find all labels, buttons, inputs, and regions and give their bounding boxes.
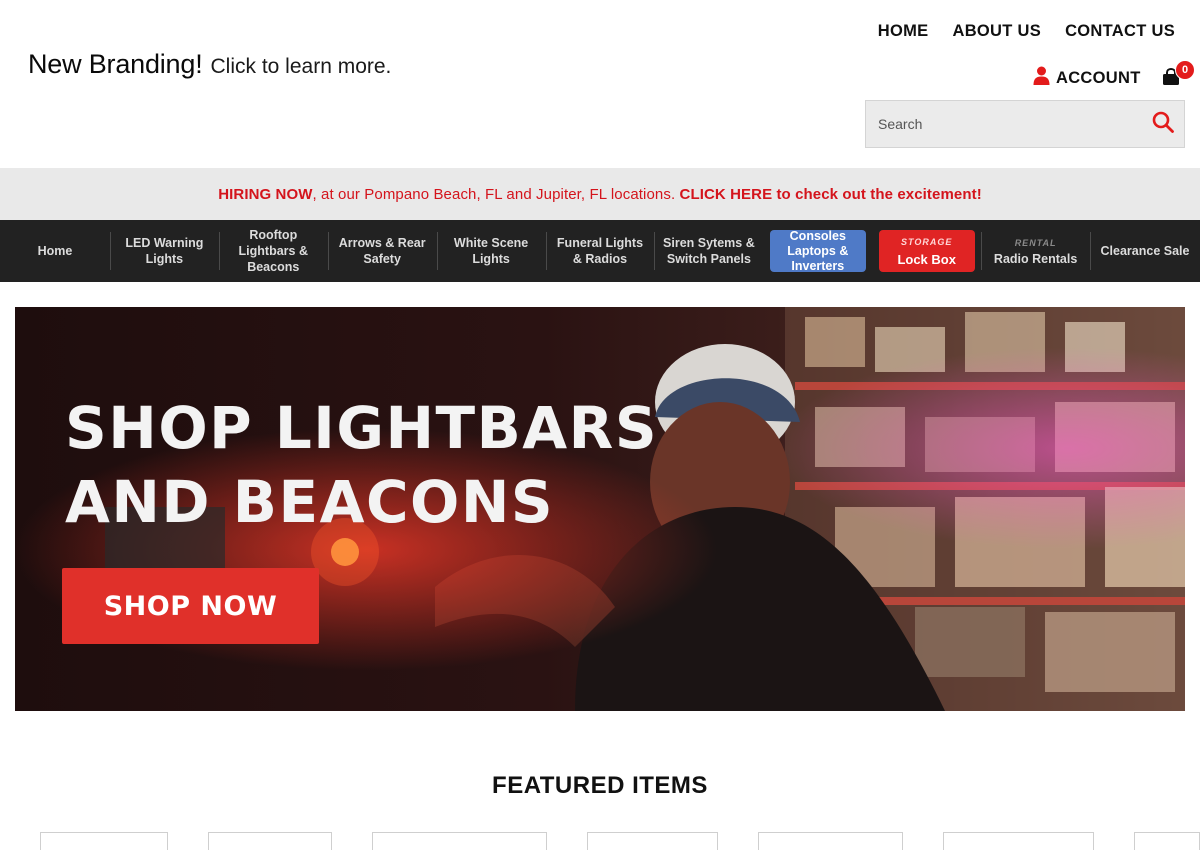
product-card[interactable]	[208, 832, 332, 850]
nav-item-white-scene-lights[interactable]: White Scene Lights	[436, 220, 546, 282]
search-icon	[1152, 111, 1174, 138]
announcement-bar: HIRING NOW, at our Pompano Beach, FL and…	[0, 168, 1200, 220]
storage-big-label: Lock Box	[897, 252, 956, 267]
product-card[interactable]	[587, 832, 718, 850]
consoles-pill: Consoles Laptops & Inverters	[769, 228, 866, 273]
nav-item-label: LED Warning Lights	[125, 236, 204, 266]
rental-big-label: Radio Rentals	[993, 252, 1078, 266]
top-link-home[interactable]: HOME	[878, 22, 929, 41]
announcement-cta-link[interactable]: CLICK HERE to check out the excitement!	[680, 186, 982, 203]
nav-item-siren-systems[interactable]: Siren Sytems & Switch Panels	[654, 220, 763, 282]
top-links: HOME ABOUT US CONTACT US	[878, 22, 1175, 41]
product-card[interactable]	[372, 832, 547, 850]
nav-item-led-warning-lights[interactable]: LED Warning Lights	[109, 220, 219, 282]
product-card[interactable]	[758, 832, 903, 850]
brand-subline: Click to learn more.	[210, 55, 392, 78]
cart-count-badge: 0	[1175, 60, 1195, 80]
nav-item-arrows-rear-safety[interactable]: Arrows & Rear Safety	[327, 220, 437, 282]
product-card[interactable]	[943, 832, 1094, 850]
product-card[interactable]	[1134, 832, 1200, 850]
main-nav: Home LED Warning Lights Rooftop Lightbar…	[0, 220, 1200, 282]
nav-item-label: Arrows & Rear Safety	[338, 236, 426, 266]
consoles-line-2: Laptops &	[787, 243, 849, 258]
search-bar	[865, 100, 1185, 148]
nav-item-label: White Scene Lights	[453, 236, 529, 266]
nav-item-label: Funeral Lights & Radios	[556, 236, 644, 266]
nav-item-clearance-sale[interactable]: Clearance Sale	[1090, 220, 1200, 282]
shop-now-button[interactable]: SHOP NOW	[62, 568, 319, 644]
product-card[interactable]	[40, 832, 168, 850]
nav-item-funeral-lights[interactable]: Funeral Lights & Radios	[545, 220, 655, 282]
consoles-line-3: Inverters	[791, 258, 845, 273]
hero-line-2: AND BEACONS	[65, 468, 555, 536]
hero-headline: SHOP LIGHTBARS AND BEACONS	[65, 391, 658, 539]
top-link-about[interactable]: ABOUT US	[952, 22, 1041, 41]
search-input[interactable]	[866, 101, 1142, 147]
hero-banner[interactable]: SHOP LIGHTBARS AND BEACONS SHOP NOW	[15, 307, 1185, 711]
site-header: New Branding! Click to learn more. HOME …	[0, 0, 1200, 168]
nav-item-label: Rooftop Lightbars & Beacons	[238, 228, 308, 274]
top-link-contact[interactable]: CONTACT US	[1065, 22, 1175, 41]
brand-headline: New Branding!	[28, 49, 203, 79]
nav-item-lock-box[interactable]: STORAGE Lock Box	[872, 220, 981, 282]
cart-button[interactable]: 0	[1160, 60, 1196, 92]
nav-item-label: Siren Sytems & Switch Panels	[663, 236, 755, 266]
nav-item-rooftop-lightbars[interactable]: Rooftop Lightbars & Beacons	[218, 220, 328, 282]
user-icon	[1033, 66, 1050, 90]
storage-small-label: STORAGE	[901, 237, 953, 247]
announcement-lead: HIRING NOW	[218, 185, 313, 203]
storage-pill: STORAGE Lock Box	[878, 230, 975, 272]
nav-item-home[interactable]: Home	[0, 220, 110, 282]
featured-items-heading: FEATURED ITEMS	[492, 772, 708, 799]
hero-line-1: SHOP LIGHTBARS	[65, 394, 659, 462]
search-button[interactable]	[1142, 101, 1184, 147]
brand-banner-link[interactable]: New Branding! Click to learn more.	[28, 49, 391, 80]
rental-small-label: RENTAL	[1014, 238, 1057, 248]
account-link[interactable]: ACCOUNT	[1033, 66, 1141, 90]
nav-item-radio-rentals[interactable]: RENTAL Radio Rentals	[981, 220, 1090, 282]
nav-item-consoles[interactable]: Consoles Laptops & Inverters	[763, 220, 872, 282]
account-label: ACCOUNT	[1056, 68, 1141, 87]
consoles-line-1: Consoles	[789, 228, 846, 243]
announcement-text: , at our Pompano Beach, FL and Jupiter, …	[312, 185, 680, 203]
